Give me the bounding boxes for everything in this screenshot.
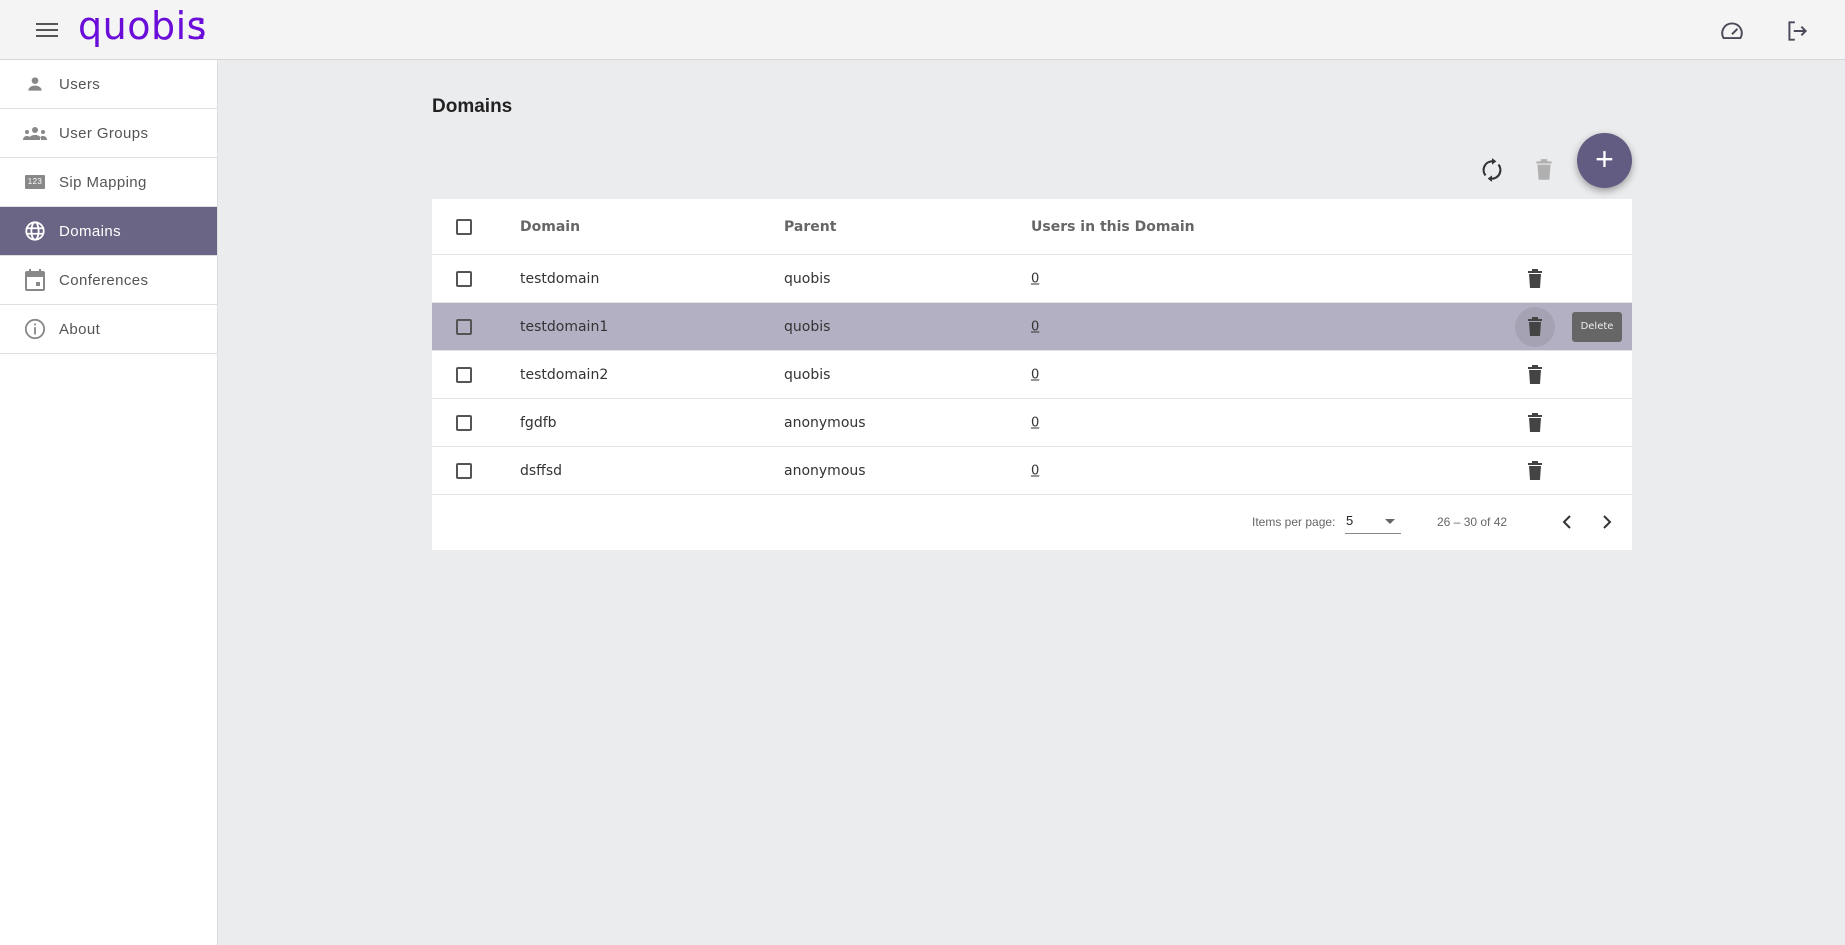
logo: quobis [78, 4, 207, 48]
domain-name: testdomain [520, 270, 600, 287]
row-checkbox[interactable] [456, 414, 472, 431]
select-all-checkbox[interactable] [456, 218, 472, 235]
delete-icon[interactable] [1523, 267, 1547, 291]
sidebar-item-users[interactable]: Users [0, 60, 217, 109]
sidebar-item-label: Sip Mapping [59, 173, 147, 191]
paginator: Items per page: 5 26 – 30 of 42 [432, 494, 1632, 550]
table-row[interactable]: testdomain quobis 0 [432, 255, 1632, 303]
domain-name: dsffsd [520, 462, 563, 479]
page-range: 26 – 30 of 42 [1437, 515, 1508, 529]
column-parent[interactable]: Parent [784, 219, 836, 235]
parent-name: quobis [784, 318, 831, 335]
items-per-page-label: Items per page: [1252, 515, 1336, 529]
globe-icon [23, 219, 47, 243]
row-checkbox[interactable] [456, 462, 472, 479]
logout-icon[interactable] [1784, 18, 1810, 44]
calendar-icon [23, 268, 47, 292]
table-header: Domain Parent Users in this Domain [432, 199, 1632, 255]
sidebar-item-label: Domains [59, 222, 121, 240]
items-per-page-value: 5 [1346, 513, 1354, 528]
parent-name: anonymous [784, 414, 866, 431]
parent-name: quobis [784, 270, 831, 287]
sidebar-item-label: Conferences [59, 271, 149, 289]
delete-icon[interactable] [1523, 363, 1547, 387]
users-count-link[interactable]: 0 [1031, 463, 1039, 478]
domains-table: Domain Parent Users in this Domain testd… [432, 199, 1632, 550]
row-checkbox[interactable] [456, 366, 472, 383]
menu-icon[interactable] [36, 19, 58, 39]
delete-icon[interactable] [1523, 411, 1547, 435]
row-checkbox[interactable] [456, 270, 472, 287]
table-row[interactable]: fgdfb anonymous 0 [432, 399, 1632, 447]
sidebar-item-user-groups[interactable]: User Groups [0, 109, 217, 158]
delete-tooltip: Delete [1572, 312, 1622, 342]
numbers-icon: 123 [23, 170, 47, 194]
page-title: Domains [432, 96, 513, 117]
table-row[interactable]: dsffsd anonymous 0 [432, 447, 1632, 495]
row-checkbox[interactable] [456, 318, 472, 335]
domain-name: testdomain2 [520, 366, 609, 383]
sidebar-item-about[interactable]: About [0, 305, 217, 354]
parent-name: quobis [784, 366, 831, 383]
sidebar-item-label: Users [59, 75, 101, 93]
refresh-icon[interactable] [1479, 157, 1505, 183]
add-domain-button[interactable]: + [1577, 133, 1632, 188]
users-count-link[interactable]: 0 [1031, 367, 1039, 382]
groups-icon [23, 121, 47, 145]
person-icon [23, 72, 47, 96]
table-row[interactable]: testdomain1 quobis 0 Delete [432, 303, 1632, 351]
column-domain[interactable]: Domain [520, 219, 580, 235]
dropdown-arrow-icon [1385, 519, 1395, 524]
delete-icon[interactable] [1523, 315, 1547, 339]
logo-dots: : [195, 4, 209, 48]
sidebar-item-label: User Groups [59, 124, 149, 142]
info-icon [23, 317, 47, 341]
users-count-link[interactable]: 0 [1031, 271, 1039, 286]
previous-page-button[interactable] [1555, 510, 1579, 534]
sidebar-item-label: About [59, 320, 101, 338]
sidebar-item-domains[interactable]: Domains [0, 207, 217, 256]
delete-selected-icon[interactable] [1531, 157, 1557, 183]
items-per-page-select[interactable]: 5 [1345, 508, 1401, 534]
table-row[interactable]: testdomain2 quobis 0 [432, 351, 1632, 399]
users-count-link[interactable]: 0 [1031, 319, 1039, 334]
users-count-link[interactable]: 0 [1031, 415, 1039, 430]
sidebar: Users User Groups 123 Sip Mapping Domain… [0, 60, 218, 945]
domain-name: fgdfb [520, 414, 557, 431]
top-bar: quobis : [0, 0, 1845, 60]
dashboard-icon[interactable] [1719, 18, 1745, 44]
delete-icon[interactable] [1523, 459, 1547, 483]
sidebar-item-sip-mapping[interactable]: 123 Sip Mapping [0, 158, 217, 207]
sidebar-item-conferences[interactable]: Conferences [0, 256, 217, 305]
domain-name: testdomain1 [520, 318, 609, 335]
column-users[interactable]: Users in this Domain [1031, 219, 1195, 235]
parent-name: anonymous [784, 462, 866, 479]
next-page-button[interactable] [1595, 510, 1619, 534]
